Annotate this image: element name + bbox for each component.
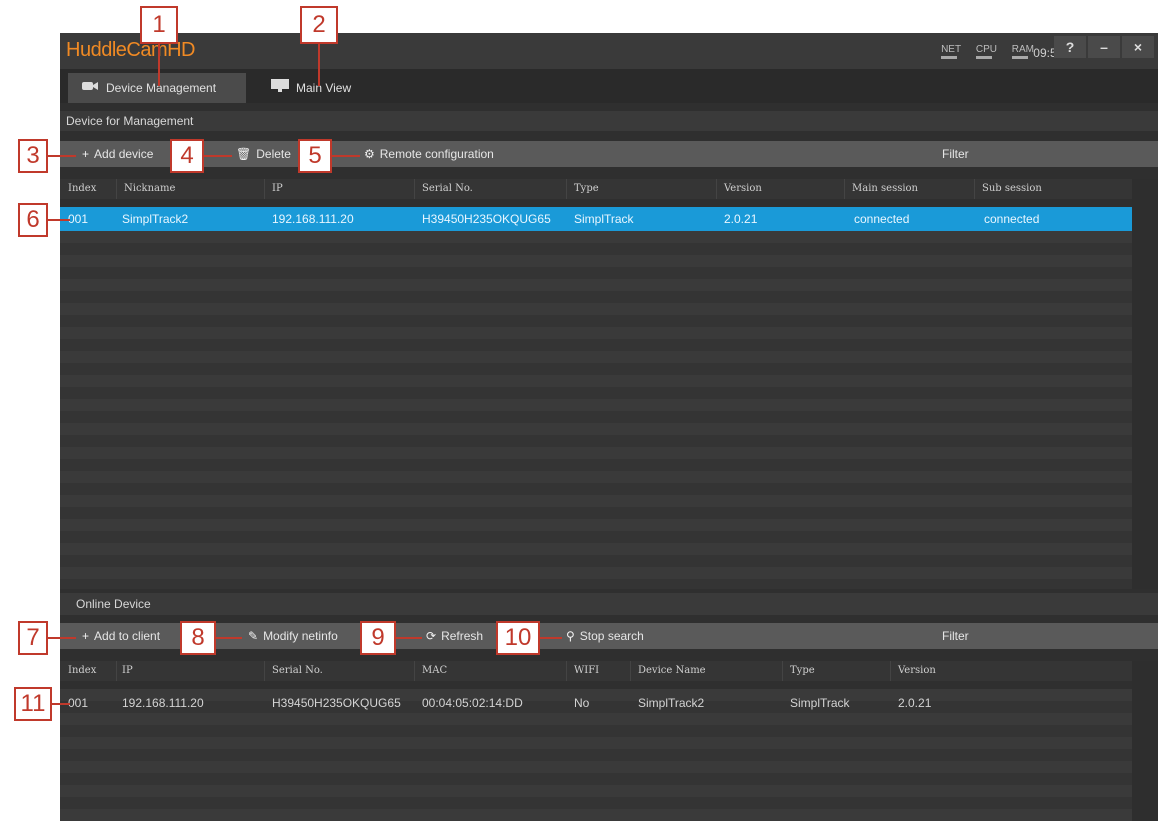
tab-device-management[interactable]: Device Management xyxy=(68,73,246,103)
col-ip[interactable]: IP xyxy=(122,661,133,681)
col-serial[interactable]: Serial No. xyxy=(422,179,473,199)
plus-icon: + xyxy=(82,629,90,643)
device-table-header: Index Nickname IP Serial No. Type Versio… xyxy=(60,179,1158,199)
col-type[interactable]: Type xyxy=(790,661,815,681)
device-list-area xyxy=(60,207,1132,589)
device-management-toolbar: + Add device 🗑 Delete ⚙ Remote configuratio… xyxy=(60,141,1158,167)
cpu-meter: CPU xyxy=(970,44,997,59)
col-ip[interactable]: IP xyxy=(272,179,283,199)
callout-1: 1 xyxy=(140,6,178,44)
col-nickname[interactable]: Nickname xyxy=(124,179,175,199)
online-filter-button[interactable]: Filter xyxy=(942,623,969,649)
callout-4: 4 xyxy=(170,139,204,173)
col-type[interactable]: Type xyxy=(574,179,599,199)
device-management-section-title: Device for Management xyxy=(60,111,1158,131)
callout-3: 3 xyxy=(18,139,48,173)
gear-icon: ⚙ xyxy=(364,147,375,161)
col-version[interactable]: Version xyxy=(724,179,762,199)
table-row[interactable]: 001 SimplTrack2 192.168.111.20 H39450H23… xyxy=(60,207,1132,231)
main-tabs: Device Management Main View xyxy=(60,69,1158,103)
modify-netinfo-button[interactable]: ✎ Modify netinfo xyxy=(248,623,338,649)
col-serial[interactable]: Serial No. xyxy=(272,661,323,681)
minimize-button[interactable]: – xyxy=(1088,36,1120,58)
online-device-toolbar: + Add to client ✎ Modify netinfo ⟳ Refresh … xyxy=(60,623,1158,649)
col-sub-session[interactable]: Sub session xyxy=(982,179,1042,199)
col-device-name[interactable]: Device Name xyxy=(638,661,706,681)
edit-icon: ✎ xyxy=(248,629,259,643)
callout-11: 11 xyxy=(14,687,52,721)
delete-button[interactable]: 🗑 Delete xyxy=(236,141,291,167)
device-filter-button[interactable]: Filter xyxy=(942,141,969,167)
ram-meter: RAM xyxy=(1006,44,1034,59)
add-device-button[interactable]: + Add device xyxy=(82,141,153,167)
col-main-session[interactable]: Main session xyxy=(852,179,918,199)
app-window: HuddleCamHD NET CPU RAM 09:54:07 ? – × D… xyxy=(60,33,1158,821)
callout-9: 9 xyxy=(360,621,396,655)
col-version[interactable]: Version xyxy=(898,661,936,681)
callout-2: 2 xyxy=(300,6,338,44)
callout-10: 10 xyxy=(496,621,540,655)
camera-icon xyxy=(80,73,100,103)
callout-8: 8 xyxy=(180,621,216,655)
callout-7: 7 xyxy=(18,621,48,655)
col-mac[interactable]: MAC xyxy=(422,661,447,681)
online-device-section-title: Online Device xyxy=(60,593,1158,615)
tab-main-view[interactable]: Main View xyxy=(256,73,386,103)
plus-icon: + xyxy=(82,147,90,161)
device-list-scrollbar[interactable] xyxy=(1132,179,1158,589)
col-index[interactable]: Index xyxy=(68,179,96,199)
remote-configuration-button[interactable]: ⚙ Remote configuration xyxy=(364,141,494,167)
trash-icon: 🗑 xyxy=(236,147,252,161)
online-list-scrollbar[interactable] xyxy=(1132,661,1158,821)
help-button[interactable]: ? xyxy=(1054,36,1086,58)
title-bar: HuddleCamHD NET CPU RAM 09:54:07 ? – × xyxy=(60,33,1158,69)
col-wifi[interactable]: WIFI xyxy=(574,661,599,681)
search-icon: ⚲ xyxy=(566,629,575,643)
refresh-button[interactable]: ⟳ Refresh xyxy=(426,623,483,649)
monitor-icon xyxy=(270,73,290,103)
add-to-client-button[interactable]: + Add to client xyxy=(82,623,160,649)
refresh-icon: ⟳ xyxy=(426,629,437,643)
col-index[interactable]: Index xyxy=(68,661,96,681)
resource-meters: NET CPU RAM xyxy=(929,44,1034,59)
stop-search-button[interactable]: ⚲ Stop search xyxy=(566,623,644,649)
callout-5: 5 xyxy=(298,139,332,173)
online-table-header: Index IP Serial No. MAC WIFI Device Name… xyxy=(60,661,1158,681)
close-button[interactable]: × xyxy=(1122,36,1154,58)
table-row[interactable]: 001 192.168.111.20 H39450H235OKQUG65 00:… xyxy=(60,691,1132,715)
net-meter: NET xyxy=(935,44,961,59)
callout-6: 6 xyxy=(18,203,48,237)
